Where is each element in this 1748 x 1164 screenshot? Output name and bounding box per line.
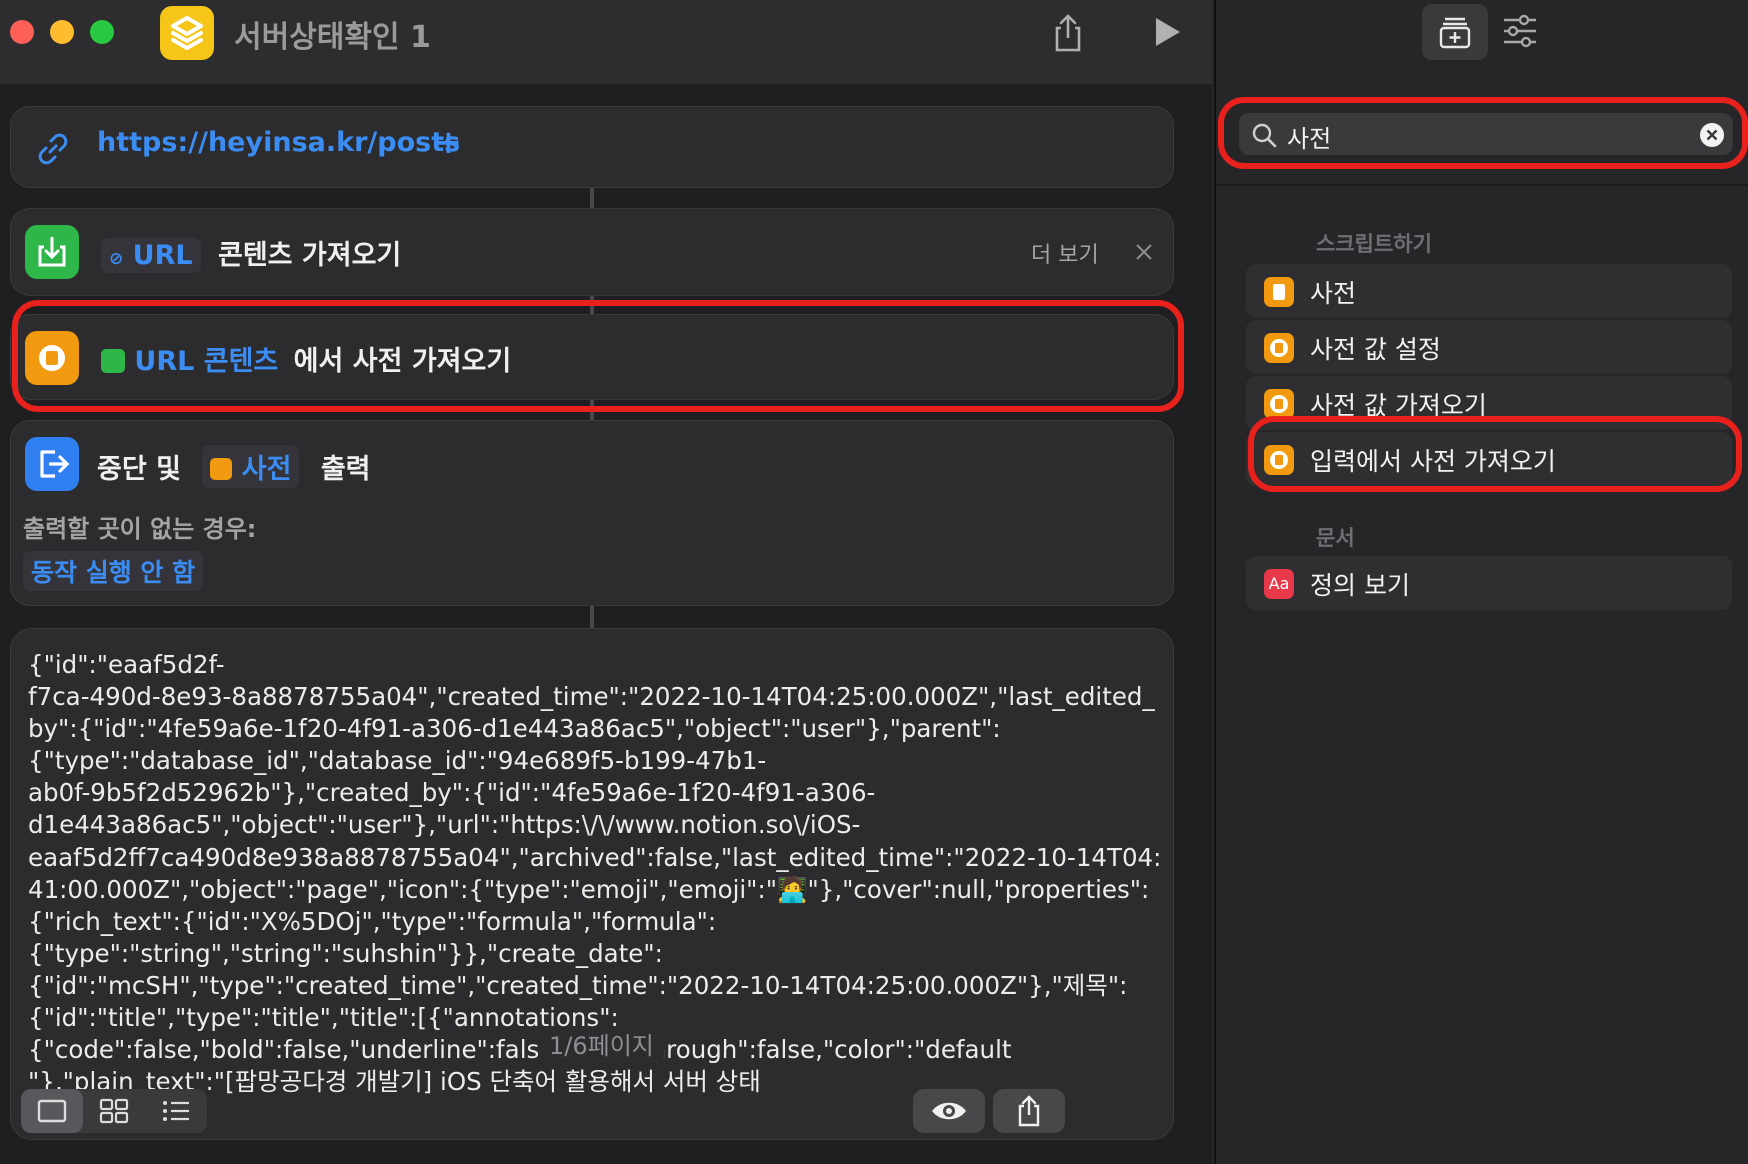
get-url-contents-action[interactable]: ⊘ URL 콘텐츠 가져오기 더 보기	[10, 208, 1174, 296]
show-more-button[interactable]: 더 보기	[1031, 237, 1099, 269]
sidebar-item-show-definition[interactable]: Aa 정의 보기	[1246, 556, 1732, 610]
shortcut-title[interactable]: 서버상태확인 1	[234, 12, 431, 56]
output-action-icon	[25, 437, 79, 491]
quick-look-button[interactable]	[913, 1089, 985, 1133]
list-view-button[interactable]	[145, 1089, 207, 1133]
dictionary-icon	[1264, 389, 1294, 419]
close-window-button[interactable]	[10, 20, 34, 44]
action-library-sidebar: 사전 스크립트하기 사전 사전 값 설정 사전 값 가져오기 입력에서 사전 가…	[1214, 0, 1748, 1164]
dictionary-app-icon: Aa	[1264, 569, 1294, 599]
page-indicator: 1/6페이지	[539, 1028, 664, 1064]
highlight-annotation	[1248, 416, 1742, 492]
sidebar-item-set-dictionary-value[interactable]: 사전 값 설정	[1246, 320, 1732, 374]
single-view-button[interactable]	[21, 1089, 83, 1133]
sidebar-item-label: 사전 값 설정	[1310, 335, 1441, 364]
stop-suffix: 출력	[320, 454, 371, 485]
dictionary-icon	[1264, 277, 1294, 307]
action-library-tab[interactable]	[1422, 4, 1488, 60]
flow-connector	[590, 188, 594, 208]
grid-view-button[interactable]	[83, 1089, 145, 1133]
fallback-option[interactable]: 동작 실행 안 함	[23, 551, 204, 591]
editor-pane: 서버상태확인 1 https://heyinsa.kr/posts + ⊘ UR…	[0, 0, 1212, 1164]
list-icon	[163, 1101, 189, 1121]
highlight-annotation	[1218, 97, 1748, 169]
download-icon	[38, 237, 66, 267]
close-icon[interactable]	[1133, 241, 1155, 263]
zoom-window-button[interactable]	[90, 20, 114, 44]
shortcuts-layers-icon	[171, 16, 203, 50]
fallback-label: 출력할 곳이 없는 경우:	[23, 515, 257, 543]
share-button[interactable]	[1046, 10, 1090, 54]
sidebar-item-dictionary[interactable]: 사전	[1246, 264, 1732, 318]
shortcut-app-icon[interactable]	[160, 6, 214, 60]
highlight-annotation	[12, 300, 1184, 412]
eye-icon	[932, 1102, 966, 1120]
link-icon: ⊘	[109, 249, 124, 269]
section-header-documents: 문서	[1316, 526, 1355, 550]
link-icon	[38, 133, 68, 165]
grid-icon	[99, 1098, 129, 1124]
settings-sliders-icon[interactable]	[1502, 14, 1538, 48]
stop-output-title: 중단 및 사전 출력	[97, 445, 371, 488]
run-button[interactable]	[1144, 10, 1188, 54]
sidebar-item-label: 사전	[1310, 279, 1357, 308]
single-page-icon	[37, 1099, 67, 1123]
get-contents-title: ⊘ URL 콘텐츠 가져오기	[101, 233, 401, 273]
section-header-scripting: 스크립트하기	[1316, 232, 1432, 256]
share-result-button[interactable]	[993, 1089, 1065, 1133]
divider	[1216, 184, 1748, 186]
share-icon	[1018, 1095, 1040, 1127]
library-icon	[1439, 17, 1471, 49]
add-url-button[interactable]: +	[435, 123, 462, 161]
play-icon	[1156, 18, 1180, 46]
url-variable-token[interactable]: ⊘ URL	[101, 238, 201, 273]
dictionary-icon	[1264, 333, 1294, 363]
share-icon	[1055, 14, 1081, 52]
minimize-window-button[interactable]	[50, 20, 74, 44]
url-action[interactable]: https://heyinsa.kr/posts +	[10, 106, 1174, 188]
download-action-icon	[25, 225, 79, 279]
dictionary-token-label: 사전	[241, 454, 292, 485]
sidebar-item-label: 정의 보기	[1310, 571, 1410, 600]
stop-prefix: 중단 및	[97, 454, 181, 485]
title-bar: 서버상태확인 1	[0, 0, 1212, 84]
flow-connector	[590, 606, 594, 628]
view-mode-control[interactable]	[21, 1089, 207, 1133]
url-token-label: URL	[132, 240, 193, 271]
dictionary-variable-token[interactable]: 사전	[202, 445, 300, 488]
get-contents-label: 콘텐츠 가져오기	[217, 240, 402, 271]
exit-icon	[40, 450, 70, 478]
dictionary-icon	[210, 458, 233, 480]
url-value[interactable]: https://heyinsa.kr/posts	[97, 127, 460, 158]
result-preview: {"id":"eaaf5d2f- f7ca-490d-8e93-8a887875…	[10, 628, 1174, 1140]
stop-and-output-action[interactable]: 중단 및 사전 출력 출력할 곳이 없는 경우: 동작 실행 안 함	[10, 420, 1174, 606]
